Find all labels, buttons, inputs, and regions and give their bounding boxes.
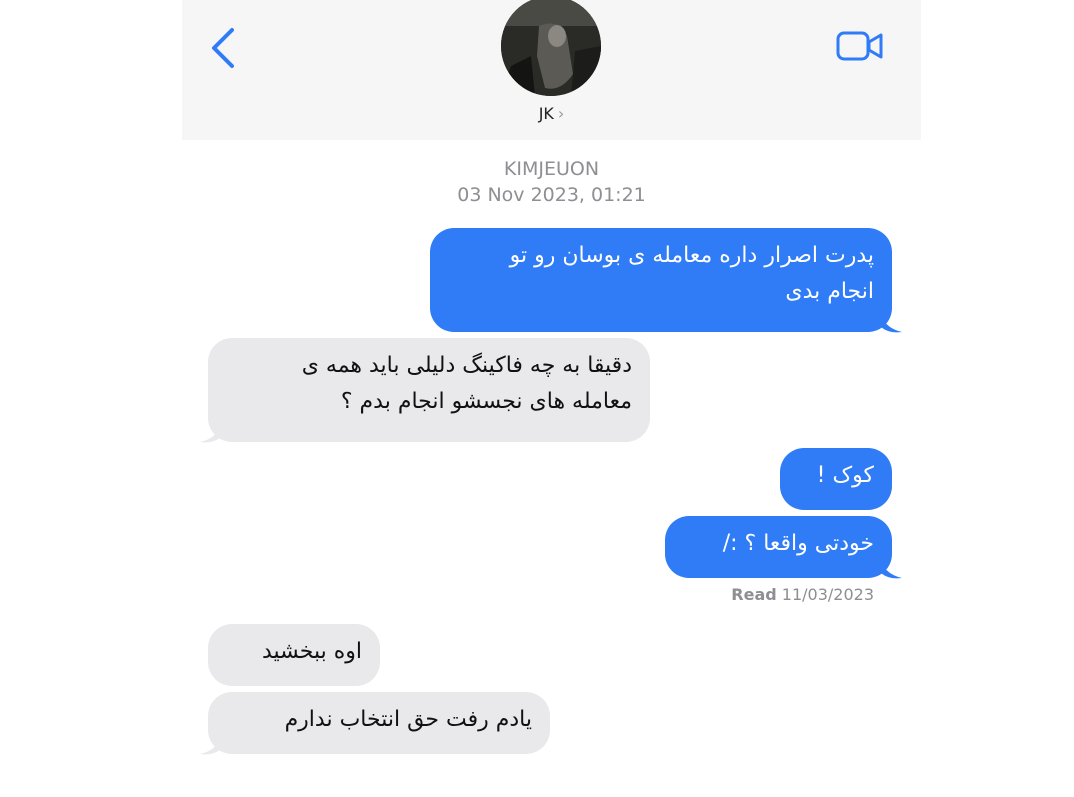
message-line: معامله های نجسشو انجام بدم ؟ [340, 389, 632, 414]
message-line: خودتی واقعا ؟ :/ [722, 531, 874, 556]
message-bubble-outgoing[interactable]: خودتی واقعا ؟ :/ [665, 516, 892, 578]
bubble-tail [200, 422, 222, 443]
message-bubble-incoming[interactable]: دقیقا به چه فاکینگ دلیلی باید همه ی معام… [208, 338, 650, 442]
message-line: انجام بدی [785, 279, 874, 304]
message-line: دقیقا به چه فاکینگ دلیلی باید همه ی [301, 353, 632, 378]
video-camera-icon [836, 31, 883, 61]
avatar[interactable] [501, 0, 601, 96]
message-bubble-incoming[interactable]: اوه ببخشید [208, 624, 380, 686]
thread-timestamp: 03 Nov 2023, 01:21 [457, 184, 646, 206]
contact-name-button[interactable]: JK › [182, 104, 921, 123]
conversation-header: JK › [182, 0, 921, 140]
contact-name: JK [538, 104, 554, 123]
chevron-right-icon: › [557, 104, 565, 123]
back-button[interactable] [204, 24, 244, 72]
message-line: کوک ! [816, 463, 874, 488]
chevron-left-icon [212, 28, 234, 68]
read-receipt-label: Read [731, 585, 777, 604]
bubble-tail [880, 558, 902, 579]
message-line: یادم رفت حق انتخاب ندارم [284, 707, 532, 732]
message-bubble-outgoing[interactable]: کوک ! [780, 448, 892, 510]
video-call-button[interactable] [836, 30, 884, 62]
message-bubble-outgoing[interactable]: پدرت اصرار داره معامله ی بوسان رو تو انج… [430, 228, 892, 332]
message-line: پدرت اصرار داره معامله ی بوسان رو تو [509, 243, 874, 268]
thread-sender-label: KIMJEUON [503, 158, 600, 180]
bubble-tail [880, 312, 902, 333]
bubble-tail [200, 734, 222, 755]
message-bubble-incoming[interactable]: یادم رفت حق انتخاب ندارم [208, 692, 550, 754]
read-receipt: Read 11/03/2023 [731, 585, 874, 604]
avatar-photo [501, 0, 601, 96]
read-receipt-date: 11/03/2023 [781, 585, 874, 604]
message-line: اوه ببخشید [261, 639, 362, 664]
